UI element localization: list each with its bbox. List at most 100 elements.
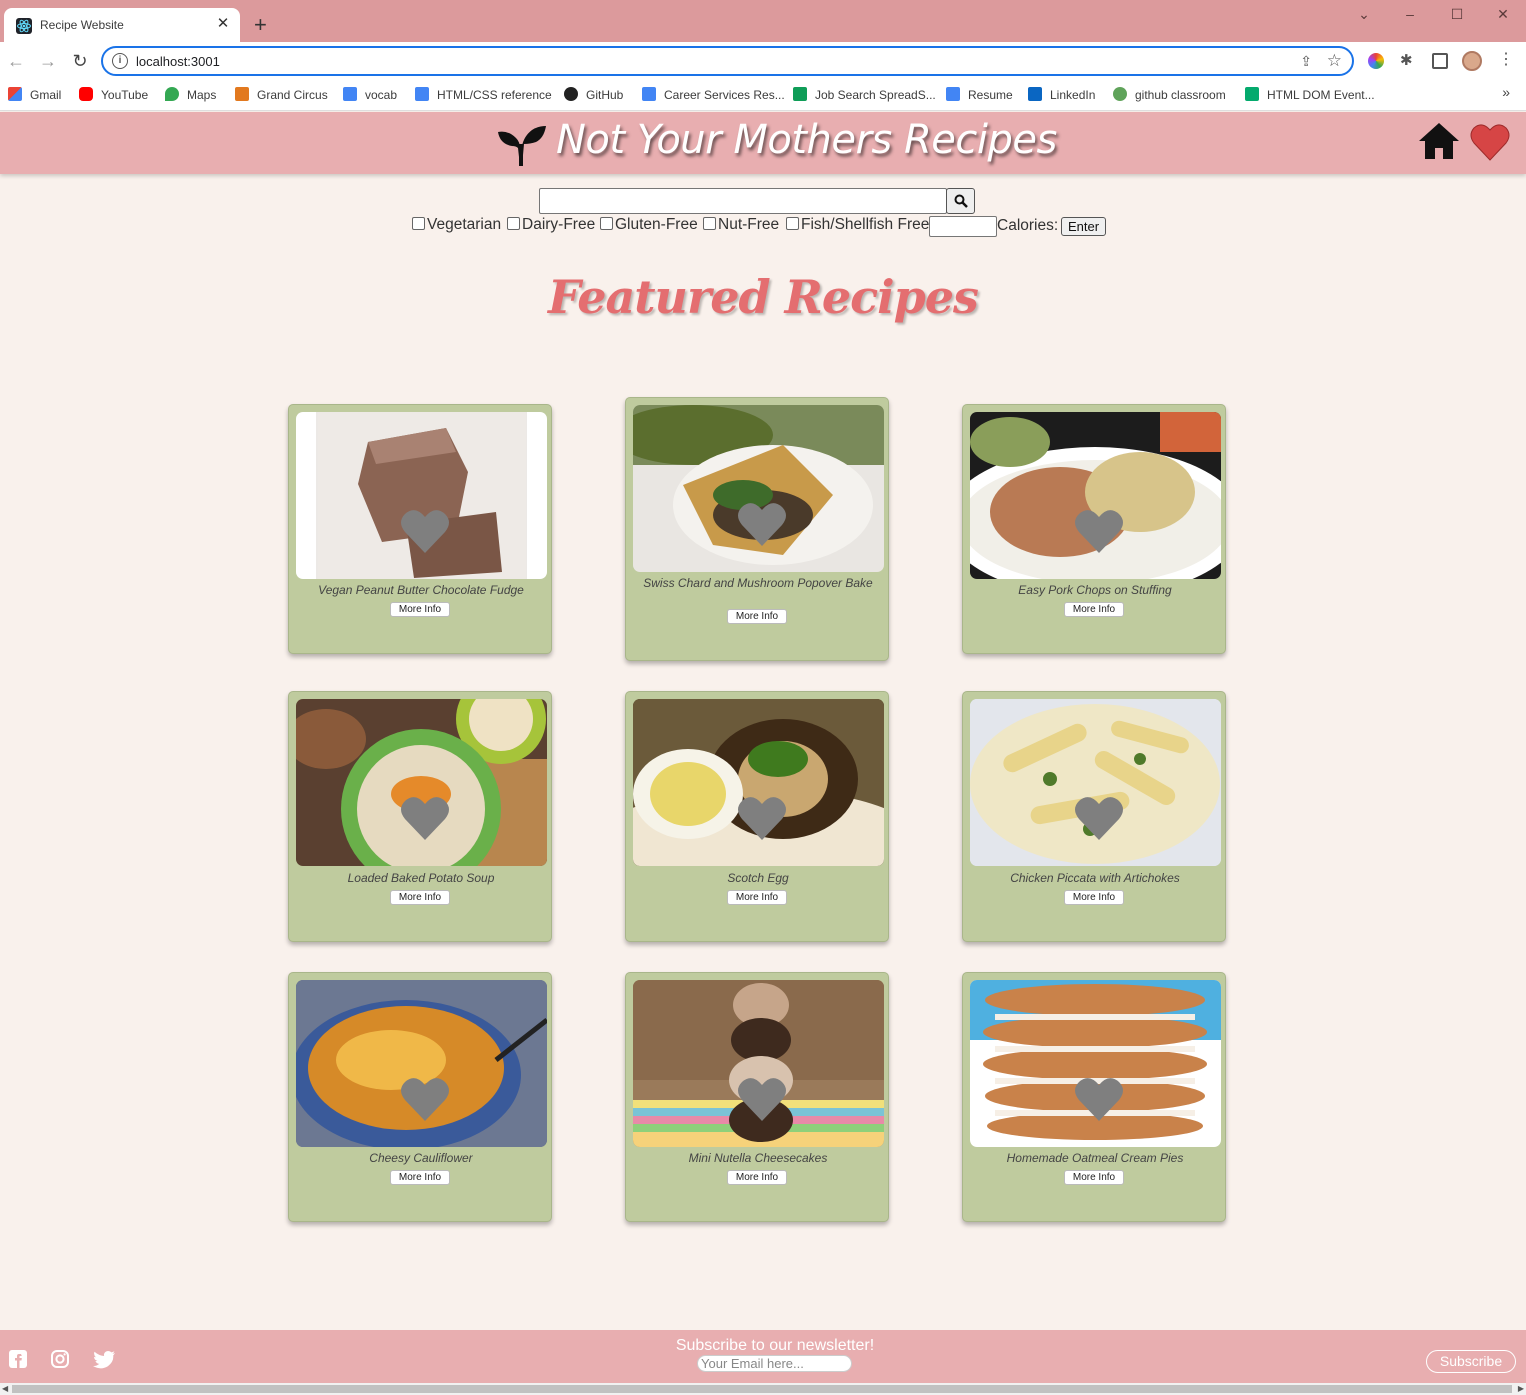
checkbox[interactable] <box>412 217 425 230</box>
bookmark-star-icon[interactable]: ☆ <box>1327 51 1342 71</box>
calories-input[interactable] <box>929 216 997 237</box>
recipe-photo[interactable] <box>633 405 884 572</box>
favorite-heart-icon[interactable] <box>1074 508 1124 559</box>
horizontal-scrollbar[interactable]: ◀ ▶ <box>0 1383 1526 1395</box>
more-info-button[interactable]: More Info <box>1064 1170 1124 1185</box>
bookmark-html-css[interactable]: HTML/CSS reference <box>415 86 552 104</box>
bookmark-label: Grand Circus <box>257 88 328 102</box>
favorite-heart-icon[interactable] <box>737 501 787 552</box>
new-tab-icon[interactable]: + <box>254 14 267 36</box>
bookmark-html-dom[interactable]: HTML DOM Event... <box>1245 86 1375 104</box>
recipe-photo[interactable] <box>633 980 884 1147</box>
recipe-card: Scotch Egg More Info <box>625 691 889 942</box>
recipe-photo[interactable] <box>296 699 547 866</box>
favorite-heart-icon[interactable] <box>400 508 450 559</box>
more-info-button[interactable]: More Info <box>390 602 450 617</box>
bookmark-grand-circus[interactable]: Grand Circus <box>235 86 328 104</box>
bookmarks-bar: Gmail YouTube Maps Grand Circus vocab HT… <box>0 80 1526 111</box>
bookmark-linkedin[interactable]: LinkedIn <box>1028 86 1095 104</box>
more-info-button[interactable]: More Info <box>1064 602 1124 617</box>
favorite-heart-icon[interactable] <box>1074 795 1124 846</box>
favorite-heart-icon[interactable] <box>400 1076 450 1127</box>
bookmark-vocab[interactable]: vocab <box>343 86 397 104</box>
recipe-name: Cheesy Cauliflower <box>369 1151 473 1165</box>
browser-menu-icon[interactable]: ⋮ <box>1498 52 1514 69</box>
favorite-heart-icon[interactable] <box>737 1076 787 1127</box>
share-icon[interactable]: ⇪ <box>1300 53 1312 70</box>
back-icon[interactable]: ← <box>5 50 27 72</box>
recipe-photo[interactable] <box>970 412 1221 579</box>
filter-vegetarian[interactable]: Vegetarian <box>412 216 501 234</box>
bookmark-maps[interactable]: Maps <box>165 86 216 104</box>
recipe-photo[interactable] <box>296 412 547 579</box>
w3schools-icon <box>1245 87 1259 101</box>
checkbox[interactable] <box>507 217 520 230</box>
doc-icon <box>946 87 960 101</box>
address-bar[interactable]: i localhost:3001 ⇪ ☆ <box>101 46 1354 76</box>
favorite-heart-icon[interactable] <box>737 795 787 846</box>
filter-dairy-free[interactable]: Dairy-Free <box>507 216 595 234</box>
bookmark-github-classroom[interactable]: github classroom <box>1113 86 1226 104</box>
more-info-button[interactable]: More Info <box>390 890 450 905</box>
scroll-left-icon[interactable]: ◀ <box>2 1383 8 1395</box>
email-input[interactable]: Your Email here... <box>697 1355 852 1372</box>
maximize-icon[interactable]: ☐ <box>1447 6 1467 23</box>
site-title: Not Your Mothers Recipes <box>556 117 1057 163</box>
reload-icon[interactable]: ↻ <box>69 50 91 72</box>
filter-fish-shellfish-free[interactable]: Fish/Shellfish Free <box>786 216 929 234</box>
recipe-name: Scotch Egg <box>727 871 789 885</box>
favorites-heart-icon[interactable] <box>1470 123 1510 166</box>
profile-avatar[interactable] <box>1462 51 1482 71</box>
browser-tab[interactable]: Recipe Website ✕ <box>4 8 240 42</box>
bookmark-github[interactable]: GitHub <box>564 86 623 104</box>
recipe-photo[interactable] <box>633 699 884 866</box>
filter-gluten-free[interactable]: Gluten-Free <box>600 216 698 234</box>
checkbox[interactable] <box>786 217 799 230</box>
more-info-button[interactable]: More Info <box>727 1170 787 1185</box>
recipe-photo[interactable] <box>296 980 547 1147</box>
site-info-icon[interactable]: i <box>112 53 128 69</box>
extensions-puzzle-icon[interactable]: ✱ <box>1400 53 1416 69</box>
favorite-heart-icon[interactable] <box>1074 1076 1124 1127</box>
bookmark-label: Maps <box>187 88 217 102</box>
more-info-button[interactable]: More Info <box>727 890 787 905</box>
youtube-icon <box>79 87 93 101</box>
recipe-photo[interactable] <box>970 980 1221 1147</box>
checkbox[interactable] <box>703 217 716 230</box>
more-info-button[interactable]: More Info <box>727 609 787 624</box>
bookmark-job-search[interactable]: Job Search SpreadS... <box>793 86 936 104</box>
filter-nut-free[interactable]: Nut-Free <box>703 216 779 234</box>
recipe-photo[interactable] <box>970 699 1221 866</box>
search-button[interactable] <box>946 188 975 214</box>
forward-icon[interactable]: → <box>37 50 59 72</box>
tab-close-icon[interactable]: ✕ <box>214 15 232 33</box>
bookmark-gmail[interactable]: Gmail <box>8 86 61 104</box>
minimize-icon[interactable]: – <box>1400 6 1420 22</box>
react-icon <box>16 18 32 34</box>
enter-button[interactable]: Enter <box>1061 217 1106 236</box>
search-input[interactable] <box>539 188 947 214</box>
bookmark-label: Job Search SpreadS... <box>815 88 936 102</box>
recipe-card: Mini Nutella Cheesecakes More Info <box>625 972 889 1222</box>
scrollbar-thumb[interactable] <box>12 1385 1512 1393</box>
bookmark-career-services[interactable]: Career Services Res... <box>642 86 785 104</box>
recipe-name: Easy Pork Chops on Stuffing <box>1018 583 1172 597</box>
home-icon[interactable] <box>1418 122 1460 165</box>
tab-search-icon[interactable]: ⌄ <box>1354 6 1374 23</box>
filter-label: Gluten-Free <box>615 216 698 233</box>
bookmark-label: LinkedIn <box>1050 88 1096 102</box>
color-extension-icon[interactable] <box>1368 53 1384 69</box>
more-info-button[interactable]: More Info <box>390 1170 450 1185</box>
subscribe-button[interactable]: Subscribe <box>1426 1350 1516 1373</box>
more-info-button[interactable]: More Info <box>1064 890 1124 905</box>
window-close-icon[interactable]: ✕ <box>1493 6 1513 23</box>
bookmark-resume[interactable]: Resume <box>946 86 1013 104</box>
site-header: Not Your Mothers Recipes <box>0 112 1526 174</box>
more-bookmarks-icon[interactable]: » <box>1502 84 1510 100</box>
bookmark-youtube[interactable]: YouTube <box>79 86 148 104</box>
scroll-right-icon[interactable]: ▶ <box>1518 1383 1524 1395</box>
featured-title: Featured Recipes <box>548 270 979 324</box>
favorite-heart-icon[interactable] <box>400 795 450 846</box>
side-panel-icon[interactable] <box>1432 53 1448 69</box>
checkbox[interactable] <box>600 217 613 230</box>
